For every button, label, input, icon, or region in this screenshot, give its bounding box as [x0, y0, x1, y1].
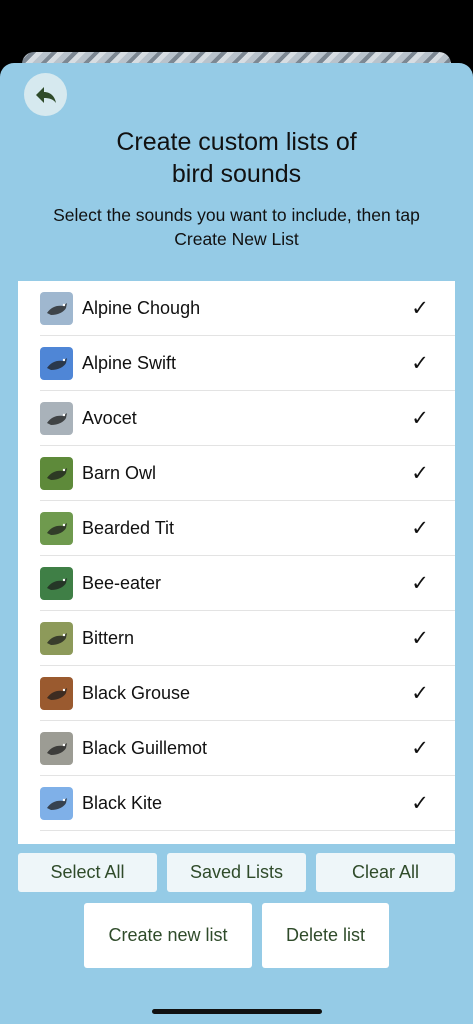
list-item[interactable]: Alpine Swift ✓: [18, 336, 455, 391]
back-arrow-icon: [35, 86, 56, 103]
list-item[interactable]: Alpine Chough ✓: [18, 281, 455, 336]
back-button[interactable]: [24, 73, 67, 116]
checkmark-icon[interactable]: ✓: [405, 516, 435, 541]
custom-lists-sheet: Create custom lists of bird sounds Selec…: [0, 63, 473, 1024]
bird-name: Bittern: [82, 628, 135, 648]
list-item[interactable]: Black Kite ✓: [18, 776, 455, 831]
select-all-button[interactable]: Select All: [18, 853, 157, 892]
checkmark-icon[interactable]: ✓: [405, 351, 435, 376]
bird-thumbnail-icon: [40, 512, 73, 545]
bird-name: Bee-eater: [82, 573, 162, 593]
delete-list-button[interactable]: Delete list: [262, 903, 389, 968]
checkmark-icon[interactable]: ✓: [405, 296, 435, 321]
checkmark-icon[interactable]: ✓: [405, 681, 435, 706]
bird-thumbnail-icon: [40, 622, 73, 655]
bird-thumbnail-icon: [40, 677, 73, 710]
list-item[interactable]: Bearded Tit ✓: [18, 501, 455, 556]
page-title: Create custom lists of bird sounds: [116, 128, 357, 188]
bird-name: Alpine Chough: [82, 298, 201, 318]
bird-thumbnail-icon: [40, 732, 73, 765]
list-item[interactable]: Barn Owl ✓: [18, 446, 455, 501]
bird-name: Avocet: [82, 408, 137, 428]
checkmark-icon[interactable]: ✓: [405, 626, 435, 651]
bird-name: Barn Owl: [82, 463, 157, 483]
bird-sound-list[interactable]: Alpine Chough ✓ Alpine Swift ✓ Avocet ✓ Barn O…: [18, 281, 455, 844]
checkmark-icon[interactable]: ✓: [405, 736, 435, 761]
list-item[interactable]: Bittern ✓: [18, 611, 455, 666]
checkmark-icon[interactable]: ✓: [405, 571, 435, 596]
bird-name: Alpine Swift: [82, 353, 177, 373]
bird-name: Bearded Tit: [82, 518, 175, 538]
bird-thumbnail-icon: [40, 402, 73, 435]
checkmark-icon[interactable]: ✓: [405, 461, 435, 486]
create-new-list-button[interactable]: Create new list: [84, 903, 252, 968]
bird-thumbnail-icon: [40, 347, 73, 380]
bird-thumbnail-icon: [40, 292, 73, 325]
bird-thumbnail-icon: [40, 457, 73, 490]
bird-thumbnail-icon: [40, 567, 73, 600]
bird-name: Black Guillemot: [82, 738, 208, 758]
page-subtitle: Select the sounds you want to include, t…: [53, 205, 420, 249]
list-item[interactable]: Bee-eater ✓: [18, 556, 455, 611]
bird-thumbnail-icon: [40, 787, 73, 820]
list-item[interactable]: Black Grouse ✓: [18, 666, 455, 721]
bird-name: Black Grouse: [82, 683, 191, 703]
list-item[interactable]: Black Guillemot ✓: [18, 721, 455, 776]
list-item[interactable]: Avocet ✓: [18, 391, 455, 446]
clear-all-button[interactable]: Clear All: [316, 853, 455, 892]
checkmark-icon[interactable]: ✓: [405, 406, 435, 431]
saved-lists-button[interactable]: Saved Lists: [167, 853, 306, 892]
bird-name: Black Kite: [82, 793, 163, 813]
home-indicator[interactable]: [152, 1009, 322, 1014]
checkmark-icon[interactable]: ✓: [405, 791, 435, 816]
